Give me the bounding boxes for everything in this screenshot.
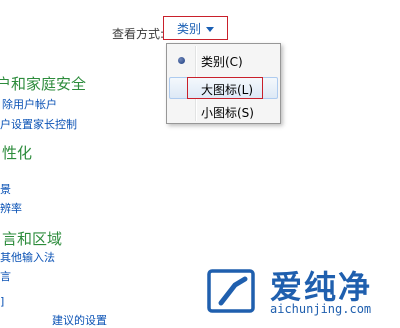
view-by-selected: 类别 <box>176 21 201 36</box>
link-partial[interactable]: ] <box>0 295 4 308</box>
link-parental-controls[interactable]: 户设置家长控制 <box>0 116 77 132</box>
highlight-annotation-box <box>187 77 263 99</box>
category-personalization[interactable]: 性化 <box>2 142 32 163</box>
category-user-accounts[interactable]: 户和家庭安全 <box>0 73 86 94</box>
view-by-dropdown[interactable]: 类别 <box>163 16 228 40</box>
watermark-logo-icon <box>207 269 255 313</box>
link-suggested-settings[interactable]: 建议的设置 <box>52 312 107 328</box>
menu-item-small-icons[interactable]: 小图标(S) <box>169 100 278 122</box>
link-other-input-methods[interactable]: 其他输入法 <box>0 249 55 265</box>
radio-bullet-icon <box>178 57 185 64</box>
category-region-language[interactable]: 言和区域 <box>2 228 62 249</box>
view-by-label: 查看方式: <box>112 27 165 41</box>
link-remove-user-accounts[interactable]: 除用户帐户 <box>2 96 57 112</box>
link-resolution[interactable]: 辨率 <box>0 200 22 216</box>
menu-item-label: 小图标(S) <box>201 106 254 120</box>
watermark-url: aichunjing.com <box>270 302 372 316</box>
chevron-down-icon <box>206 26 214 32</box>
link-language[interactable]: 言 <box>0 268 11 284</box>
menu-item-category[interactable]: 类别(C) <box>169 49 278 71</box>
menu-item-label: 类别(C) <box>201 55 243 69</box>
link-background[interactable]: 景 <box>0 181 11 197</box>
